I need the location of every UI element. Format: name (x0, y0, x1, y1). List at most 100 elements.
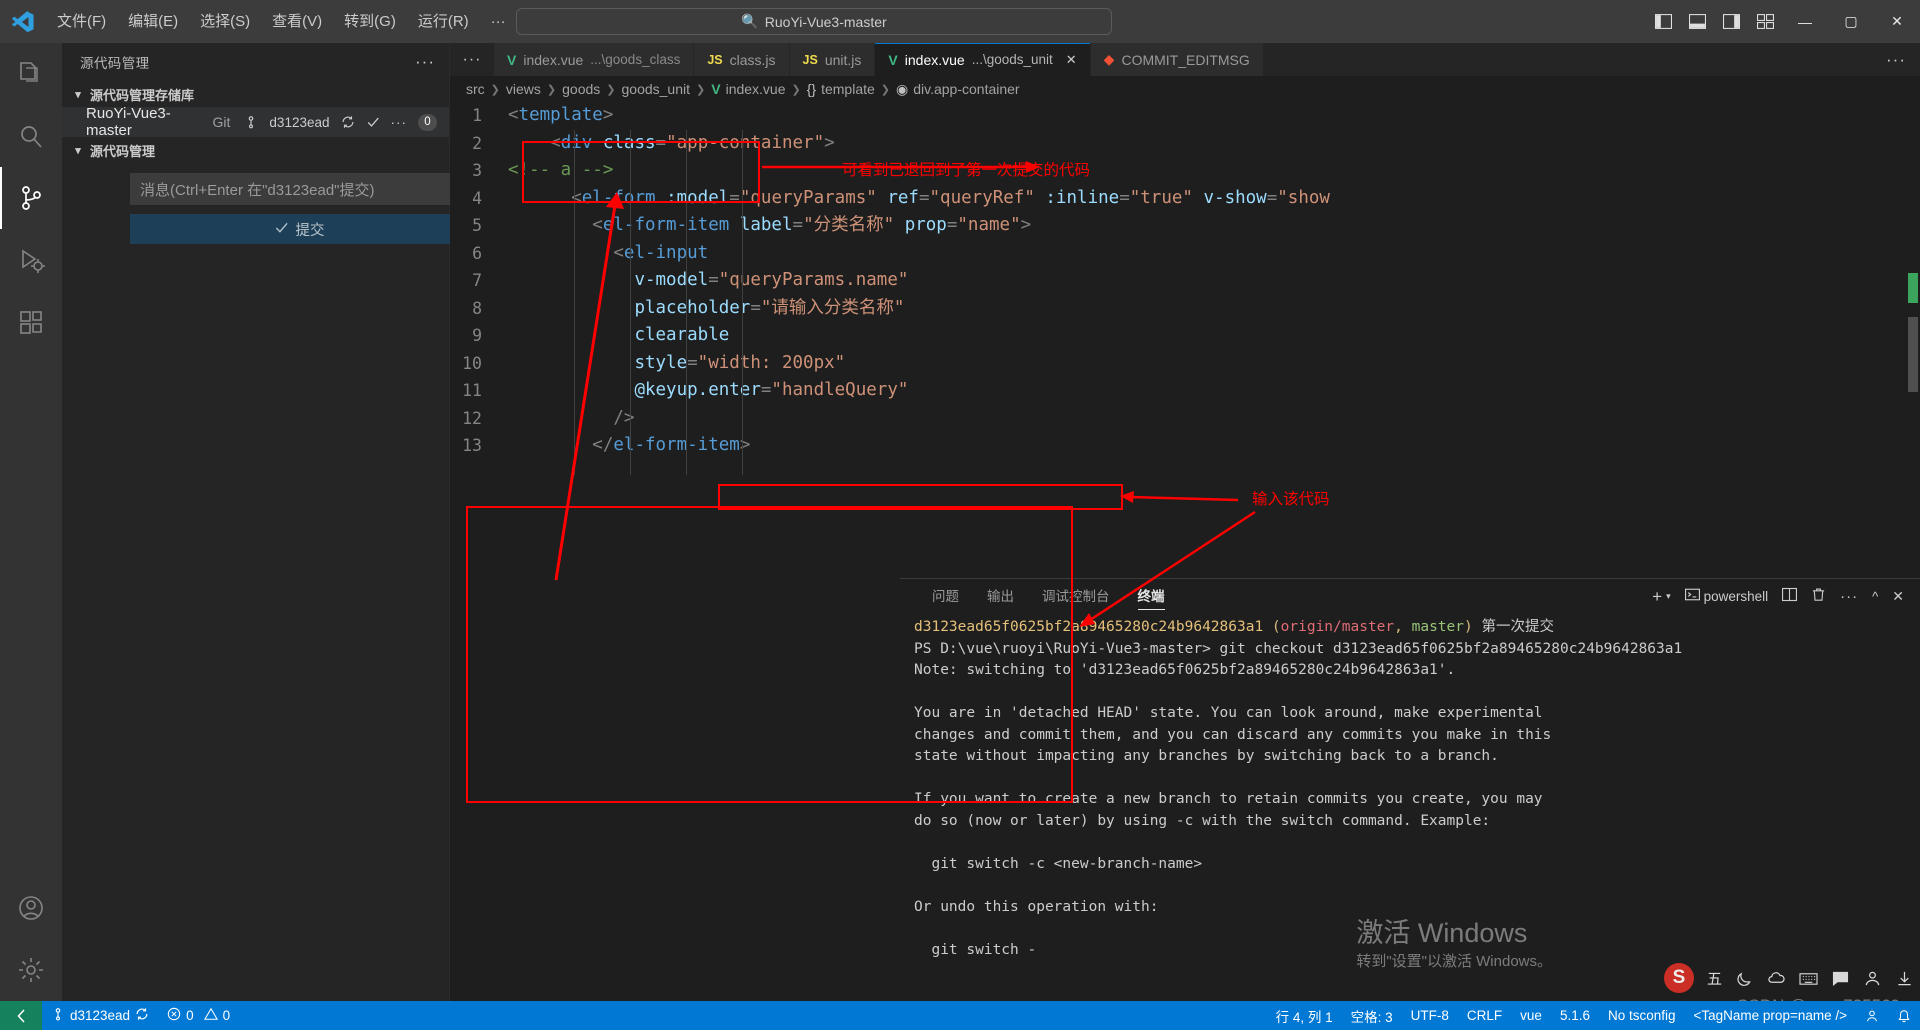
user-icon[interactable] (1863, 970, 1882, 987)
editor-actions-more-icon[interactable]: ··· (1886, 43, 1920, 76)
sync-icon[interactable] (341, 115, 355, 130)
kill-terminal-icon[interactable] (1811, 587, 1826, 606)
breadcrumb-item-goods-unit[interactable]: goods_unit (622, 81, 691, 97)
commit-button[interactable]: 提交 (130, 214, 468, 244)
toggle-secondary-sidebar-icon[interactable] (1714, 0, 1748, 43)
breadcrumb-item-src[interactable]: src (466, 81, 485, 97)
menu-view[interactable]: 查看(V) (261, 0, 333, 43)
download-icon[interactable] (1895, 970, 1914, 987)
menu-edit[interactable]: 编辑(E) (117, 0, 189, 43)
window-minimize-button[interactable]: — (1782, 0, 1828, 43)
toggle-primary-sidebar-icon[interactable] (1646, 0, 1680, 43)
line-number: 9 (472, 326, 482, 345)
search-value: RuoYi-Vue3-master (764, 13, 887, 30)
tabs-overflow-icon[interactable]: ··· (450, 43, 494, 76)
status-tagname[interactable]: <TagName prop=name /> (1685, 1001, 1856, 1030)
tab-output[interactable]: 输出 (973, 579, 1028, 614)
tab-index-vue-goods-class[interactable]: V index.vue ...\goods_class (494, 43, 695, 76)
split-terminal-icon[interactable] (1782, 587, 1798, 606)
section-repositories[interactable]: ▾ 源代码管理存储库 (62, 81, 449, 107)
status-indentation[interactable]: 空格: 3 (1342, 1001, 1402, 1030)
status-encoding[interactable]: UTF-8 (1402, 1001, 1458, 1030)
sidebar-more-actions-icon[interactable]: ··· (415, 52, 435, 72)
tab-problems[interactable]: 问题 (918, 579, 973, 614)
code-line: 1 <template> (450, 102, 1920, 130)
code-text: <el-form :model="queryParams" ref="query… (571, 187, 1330, 208)
moon-icon[interactable] (1735, 970, 1754, 987)
sidebar-title-bar: 源代码管理 ··· (62, 43, 449, 81)
bottom-panel: 问题 输出 调试控制台 终端 + ▾ powershell ··· ^ ✕ d3… (900, 578, 1920, 972)
tab-debug-console[interactable]: 调试控制台 (1028, 579, 1124, 614)
status-problems[interactable]: 0 0 (158, 1001, 239, 1030)
menu-run[interactable]: 运行(R) (407, 0, 480, 43)
activity-source-control[interactable] (0, 167, 62, 229)
breadcrumb-item-goods[interactable]: goods (562, 81, 600, 97)
close-icon[interactable]: ✕ (1066, 52, 1077, 68)
scrollbar-thumb[interactable] (1908, 317, 1918, 392)
activity-search[interactable] (0, 105, 62, 167)
remote-window-button[interactable] (0, 1001, 42, 1030)
check-icon[interactable] (366, 115, 380, 130)
status-version[interactable]: 5.1.6 (1551, 1001, 1599, 1030)
weather-icon[interactable] (1767, 970, 1786, 987)
commit-message-input[interactable]: 消息(Ctrl+Enter 在"d3123ead"提交) (130, 173, 496, 205)
annotation-label-command: 输入该代码 (1252, 491, 1330, 508)
chat-icon[interactable] (1831, 970, 1850, 987)
code-line: 12 /> (450, 405, 1920, 433)
terminal-shell-label[interactable]: powershell (1684, 587, 1768, 606)
activity-extensions[interactable] (0, 291, 62, 353)
breadcrumb-item-views[interactable]: views (506, 81, 541, 97)
tab-class-js[interactable]: JS class.js (694, 43, 790, 76)
maximize-panel-icon[interactable]: ^ (1872, 589, 1878, 604)
activity-run-debug[interactable] (0, 229, 62, 291)
status-eol[interactable]: CRLF (1458, 1001, 1511, 1030)
status-language-mode[interactable]: vue (1511, 1001, 1551, 1030)
error-count: 0 (186, 1008, 194, 1023)
terminal-line: You are in 'detached HEAD' state. You ca… (914, 705, 1543, 721)
status-person-icon[interactable] (1856, 1001, 1888, 1030)
code-text: placeholder="请输入分类名称" (634, 297, 905, 318)
ime-indicator[interactable]: 五 (1707, 968, 1722, 989)
ellipsis-icon[interactable]: ··· (391, 115, 408, 130)
section-source-control[interactable]: ▾ 源代码管理 (62, 137, 449, 163)
keyboard-icon[interactable] (1799, 970, 1818, 987)
status-cursor-position[interactable]: 行 4, 列 1 (1267, 1001, 1342, 1030)
customize-layout-icon[interactable] (1748, 0, 1782, 43)
status-branch[interactable]: d3123ead (42, 1001, 158, 1030)
activity-accounts[interactable] (0, 877, 62, 939)
activity-explorer[interactable] (0, 43, 62, 105)
chevron-down-icon[interactable]: ▾ (1666, 591, 1671, 602)
code-line: 2 <div class="app-container"> (450, 130, 1920, 158)
status-bell-icon[interactable] (1888, 1001, 1920, 1030)
command-search-input[interactable]: 🔍 RuoYi-Vue3-master (516, 8, 1112, 35)
activity-manage-settings[interactable] (0, 939, 62, 1001)
breadcrumb-item-div-app-container[interactable]: ◉ div.app-container (896, 81, 1020, 98)
code-line: 8 placeholder="请输入分类名称" (450, 295, 1920, 323)
menu-goto[interactable]: 转到(G) (333, 0, 407, 43)
window-maximize-button[interactable]: ▢ (1828, 0, 1874, 43)
toggle-panel-icon[interactable] (1680, 0, 1714, 43)
breadcrumb-item-index-vue[interactable]: V index.vue (711, 81, 785, 97)
menu-file[interactable]: 文件(F) (46, 0, 117, 43)
sync-icon[interactable] (135, 1007, 149, 1024)
braces-icon: {} (806, 81, 817, 97)
tab-terminal[interactable]: 终端 (1124, 579, 1179, 614)
tab-commit-editmsg[interactable]: ◆ COMMIT_EDITMSG (1090, 43, 1264, 76)
breadcrumb-label: goods (562, 81, 601, 97)
panel-more-actions-icon[interactable]: ··· (1840, 588, 1858, 605)
window-close-button[interactable]: ✕ (1874, 0, 1920, 43)
status-tsconfig[interactable]: No tsconfig (1599, 1001, 1685, 1030)
repository-row[interactable]: RuoYi-Vue3-master Git d3123ead ··· 0 (62, 105, 449, 139)
menu-more[interactable]: ··· (480, 0, 517, 43)
breadcrumb-item-template[interactable]: {} template (807, 81, 875, 97)
new-terminal-button[interactable]: + ▾ (1652, 587, 1670, 607)
code-line: 7 v-model="queryParams.name" (450, 267, 1920, 295)
code-text: </el-form-item> (592, 435, 751, 455)
close-panel-icon[interactable]: ✕ (1892, 588, 1904, 605)
s-badge-icon[interactable]: S (1663, 963, 1694, 993)
indent-guide (686, 130, 687, 475)
tab-unit-js[interactable]: JS unit.js (789, 43, 876, 76)
menu-select[interactable]: 选择(S) (189, 0, 261, 43)
tab-index-vue-goods-unit[interactable]: V index.vue ...\goods_unit ✕ (875, 43, 1091, 76)
code-editor[interactable]: 1 <template> 2 <div class="app-container">… (450, 102, 1920, 475)
